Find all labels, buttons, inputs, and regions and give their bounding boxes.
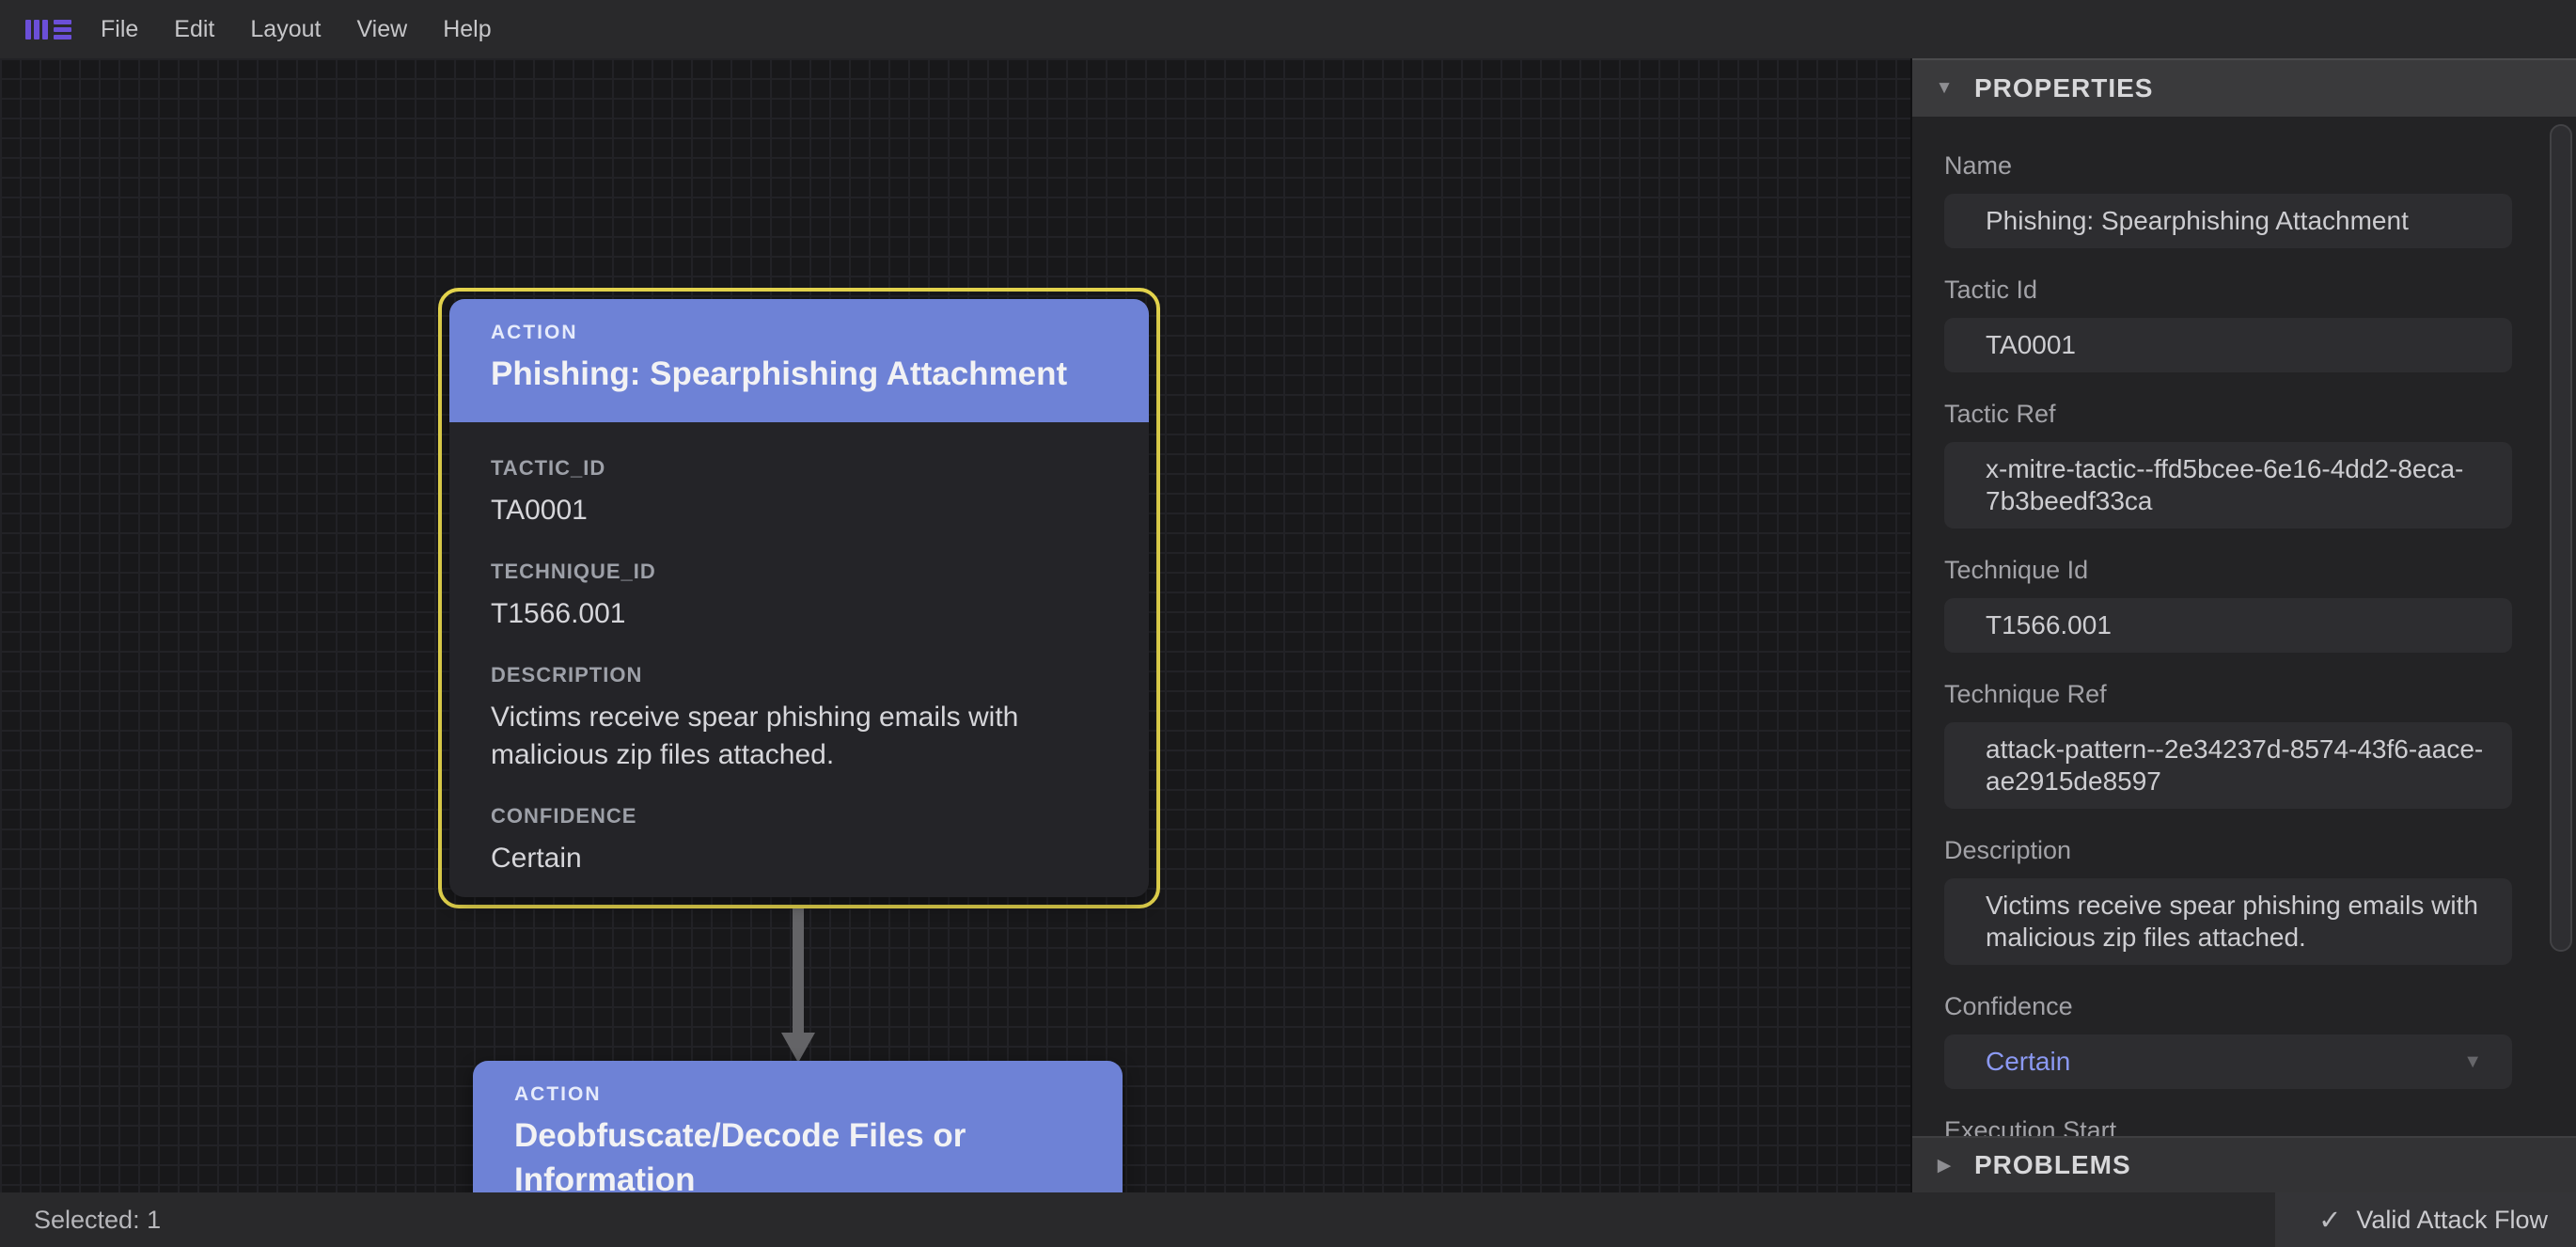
- node-field-value: TA0001: [491, 492, 1107, 529]
- node-field-label: CONFIDENCE: [491, 804, 1107, 829]
- menu-help[interactable]: Help: [425, 0, 509, 58]
- menu-bar: File Edit Layout View Help: [0, 0, 2576, 58]
- selection-status: Selected: 1: [0, 1192, 2275, 1247]
- action-node-phishing[interactable]: ACTION Phishing: Spearphishing Attachmen…: [449, 299, 1149, 897]
- app-logo-icon: [25, 20, 71, 39]
- technique-ref-field[interactable]: attack-pattern--2e34237d-8574-43f6-aace-…: [1944, 722, 2512, 809]
- node-field-label: DESCRIPTION: [491, 663, 1107, 687]
- sidebar-scrollbar[interactable]: [2550, 124, 2572, 952]
- edge-line[interactable]: [793, 908, 804, 1034]
- node-field-value: Certain: [491, 840, 1107, 877]
- field-label-technique-ref: Technique Ref: [1944, 679, 2512, 709]
- tactic-id-field[interactable]: TA0001: [1944, 318, 2512, 372]
- node-field-label: TACTIC_ID: [491, 456, 1107, 481]
- action-node-deobfuscate[interactable]: ACTION Deobfuscate/Decode Files or Infor…: [473, 1061, 1123, 1192]
- technique-id-field[interactable]: T1566.001: [1944, 598, 2512, 653]
- attack-flow-builder-window: File Edit Layout View Help ACTION Phishi…: [0, 0, 2576, 1247]
- logo-bars-icon: [25, 20, 48, 39]
- node-field-value: T1566.001: [491, 595, 1107, 633]
- field-label-confidence: Confidence: [1944, 991, 2512, 1021]
- edge-arrowhead-icon: [781, 1033, 815, 1063]
- node-type-label: ACTION: [514, 1083, 1081, 1106]
- flow-canvas[interactable]: ACTION Phishing: Spearphishing Attachmen…: [0, 58, 1910, 1192]
- menu-view[interactable]: View: [338, 0, 425, 58]
- menu-file[interactable]: File: [83, 0, 156, 58]
- tactic-ref-field[interactable]: x-mitre-tactic--ffd5bcee-6e16-4dd2-8eca-…: [1944, 442, 2512, 529]
- confidence-dropdown[interactable]: Certain ▼: [1944, 1034, 2512, 1089]
- menu-layout[interactable]: Layout: [232, 0, 338, 58]
- chevron-down-icon: ▼: [2463, 1046, 2482, 1078]
- chevron-down-icon: ▼: [1933, 78, 1956, 99]
- properties-panel-title: PROPERTIES: [1974, 73, 2153, 103]
- description-field[interactable]: Victims receive spear phishing emails wi…: [1944, 878, 2512, 965]
- field-label-description: Description: [1944, 835, 2512, 865]
- properties-panel-header[interactable]: ▼ PROPERTIES: [1912, 58, 2576, 117]
- menu-edit[interactable]: Edit: [156, 0, 232, 58]
- field-label-execution-start: Execution Start: [1944, 1115, 2512, 1136]
- problems-panel-title: PROBLEMS: [1974, 1150, 2131, 1180]
- properties-content: Name Phishing: Spearphishing Attachment …: [1912, 117, 2576, 1136]
- node-title: Phishing: Spearphishing Attachment: [491, 352, 1107, 396]
- node-header: ACTION Phishing: Spearphishing Attachmen…: [449, 299, 1149, 422]
- logo-lines-icon: [54, 20, 71, 39]
- right-sidebar: ▼ PROPERTIES Name Phishing: Spearphishin…: [1910, 58, 2576, 1192]
- node-body: TACTIC_ID TA0001 TECHNIQUE_ID T1566.001 …: [449, 422, 1149, 897]
- check-icon: ✓: [2318, 1204, 2341, 1237]
- node-header: ACTION Deobfuscate/Decode Files or Infor…: [473, 1061, 1123, 1192]
- node-field-value: Victims receive spear phishing emails wi…: [491, 699, 1107, 774]
- field-label-tactic-ref: Tactic Ref: [1944, 399, 2512, 429]
- name-field[interactable]: Phishing: Spearphishing Attachment: [1944, 194, 2512, 248]
- validation-status: ✓ Valid Attack Flow: [2275, 1192, 2576, 1247]
- status-bar: Selected: 1 ✓ Valid Attack Flow: [0, 1192, 2576, 1247]
- field-label-tactic-id: Tactic Id: [1944, 275, 2512, 305]
- node-type-label: ACTION: [491, 322, 1107, 344]
- field-label-name: Name: [1944, 150, 2512, 181]
- field-label-technique-id: Technique Id: [1944, 555, 2512, 585]
- chevron-right-icon: ▶: [1933, 1155, 1956, 1176]
- node-title: Deobfuscate/Decode Files or Information: [514, 1113, 1081, 1192]
- problems-panel-header[interactable]: ▶ PROBLEMS: [1912, 1136, 2576, 1192]
- node-field-label: TECHNIQUE_ID: [491, 560, 1107, 584]
- confidence-value: Certain: [1986, 1046, 2070, 1078]
- validation-text: Valid Attack Flow: [2356, 1206, 2548, 1235]
